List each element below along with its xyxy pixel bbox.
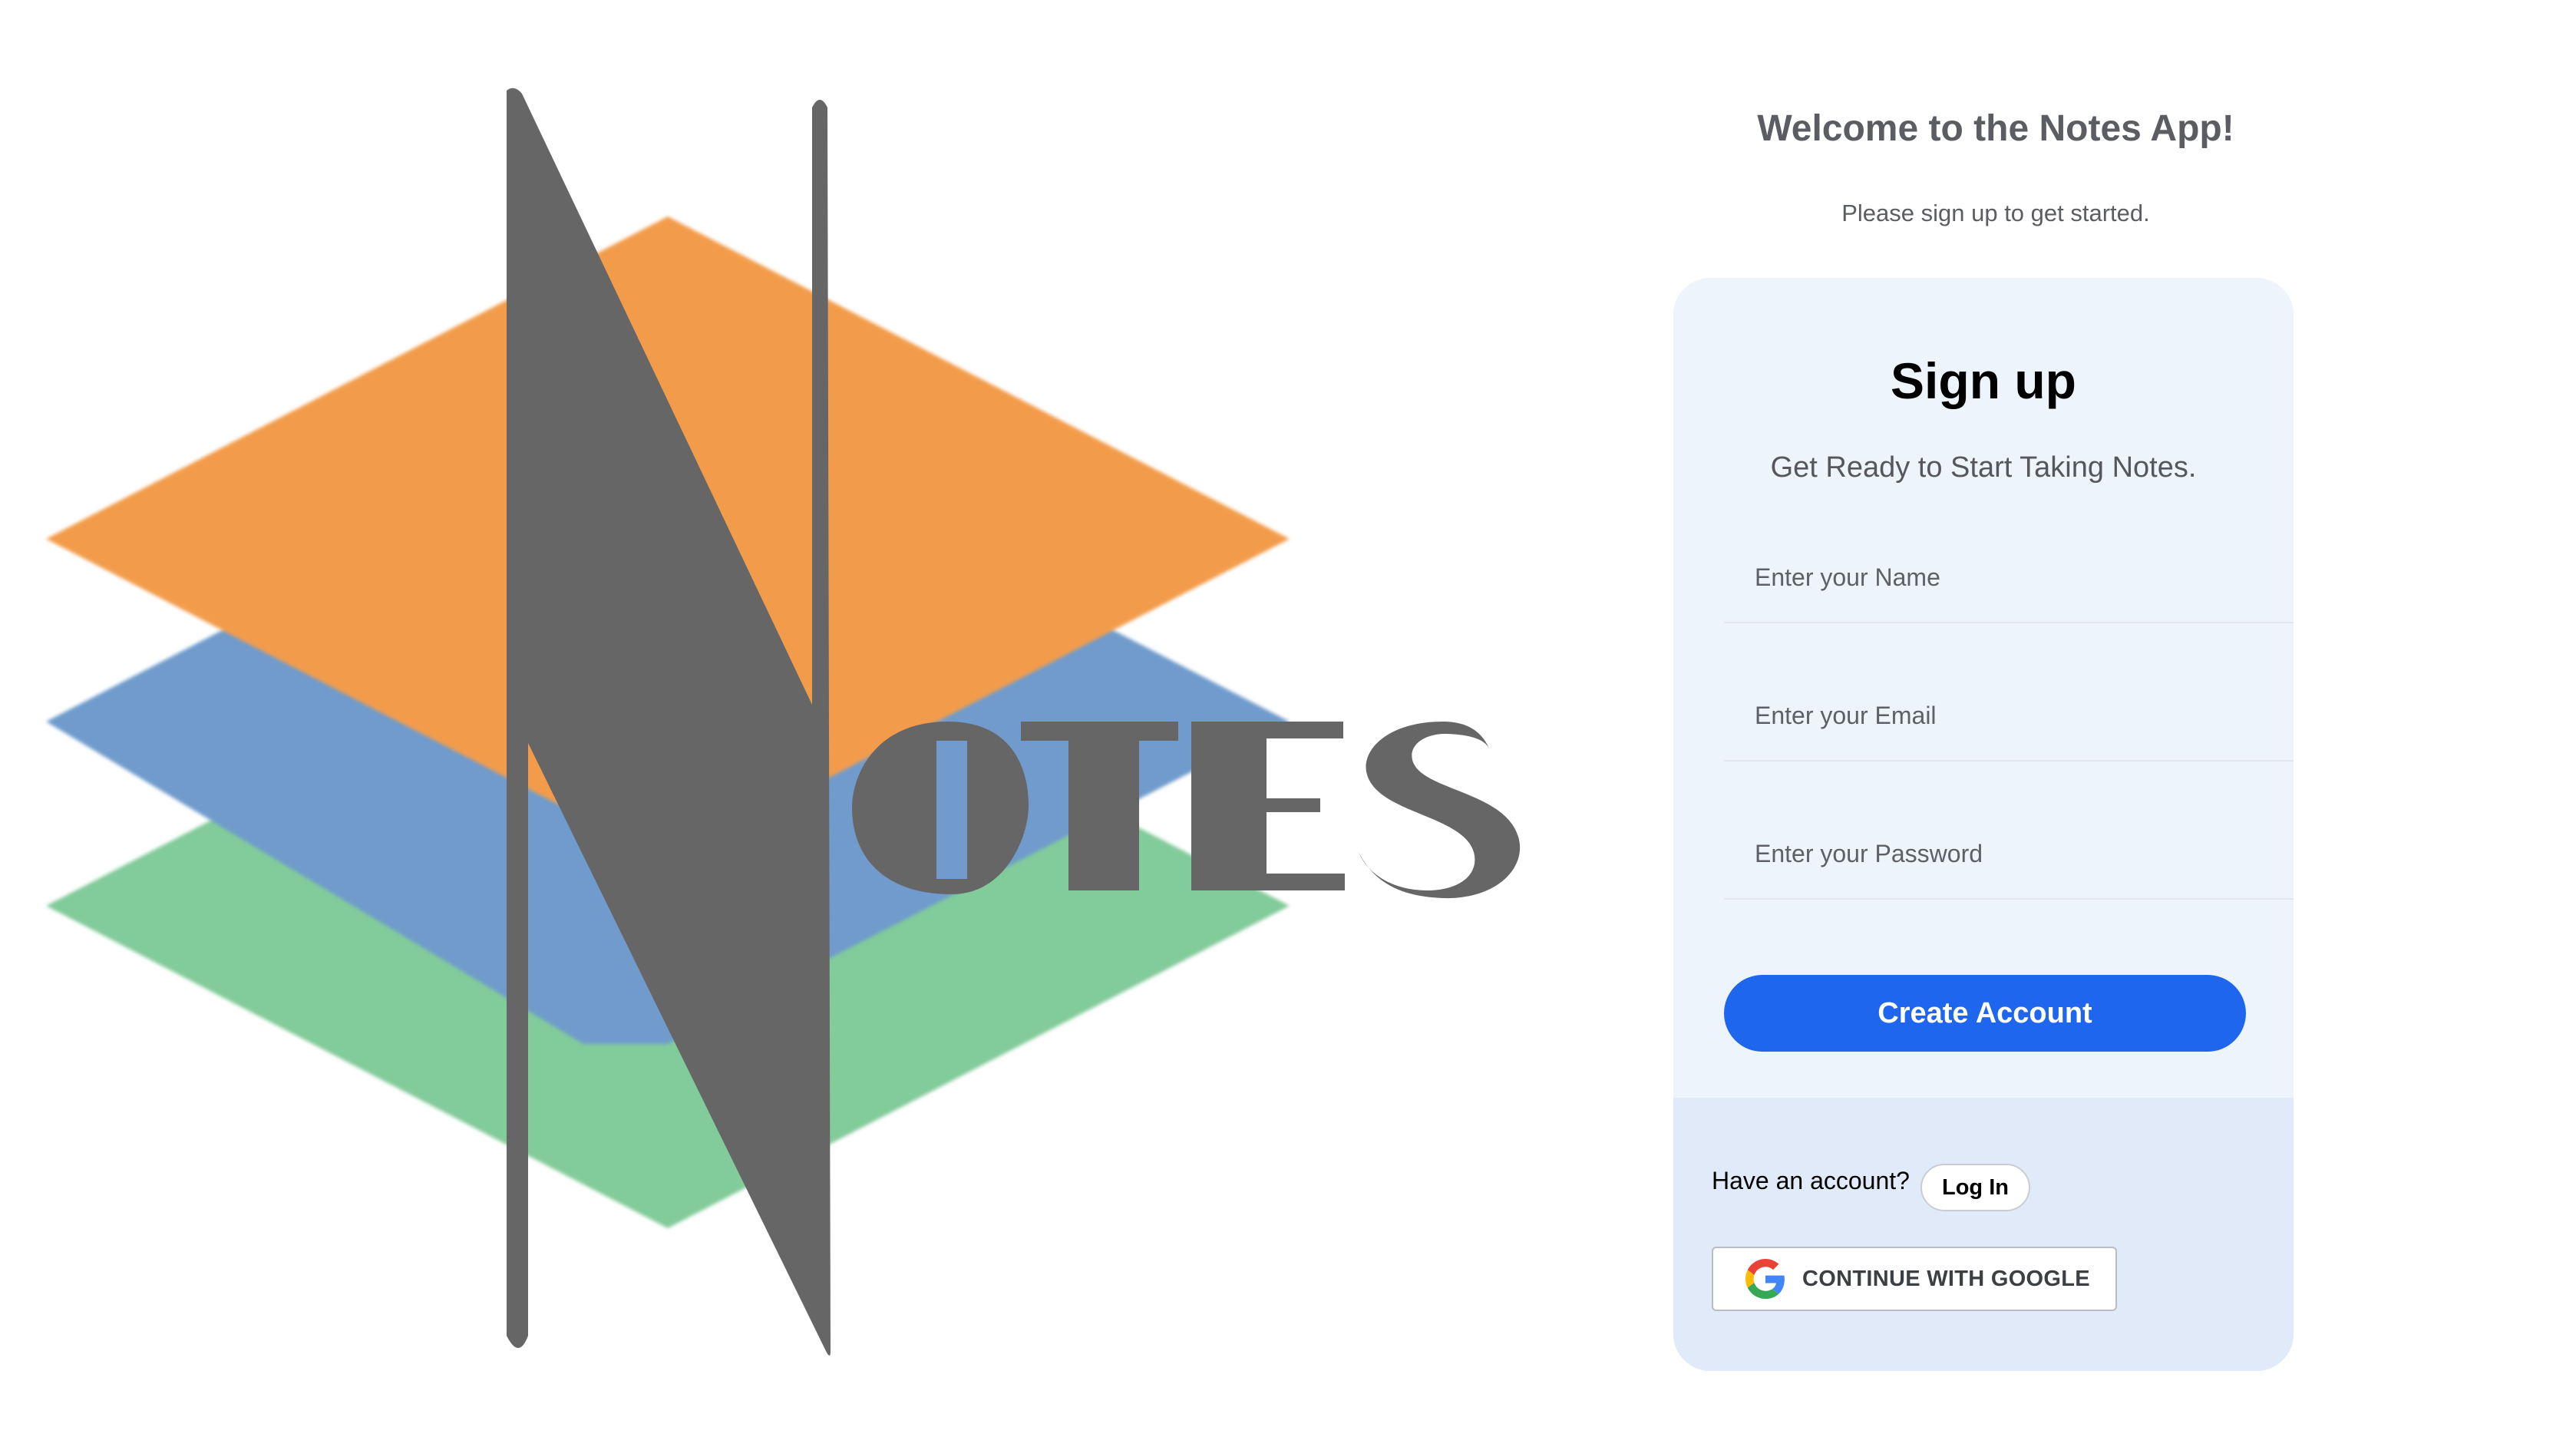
create-account-button[interactable]: Create Account	[1724, 975, 2246, 1052]
welcome-title: Welcome to the Notes App!	[1757, 108, 2234, 149]
google-icon	[1745, 1259, 1785, 1299]
name-input[interactable]	[1724, 533, 2294, 623]
password-input[interactable]	[1724, 809, 2294, 900]
continue-with-google-button[interactable]: CONTINUE WITH GOOGLE	[1712, 1247, 2117, 1311]
notes-logo	[0, 0, 1535, 1437]
notes-logo-graphic	[46, 88, 1521, 1356]
welcome-subtitle: Please sign up to get started.	[1841, 200, 2150, 226]
signup-title: Sign up	[1891, 352, 2076, 409]
signup-card-footer	[1673, 1098, 2294, 1371]
google-button-label: CONTINUE WITH GOOGLE	[1802, 1266, 2090, 1291]
email-input[interactable]	[1724, 671, 2294, 761]
signup-subtitle: Get Ready to Start Taking Notes.	[1770, 451, 2197, 484]
have-account-text: Have an account?	[1712, 1167, 1910, 1194]
login-button[interactable]: Log In	[1920, 1164, 2030, 1211]
